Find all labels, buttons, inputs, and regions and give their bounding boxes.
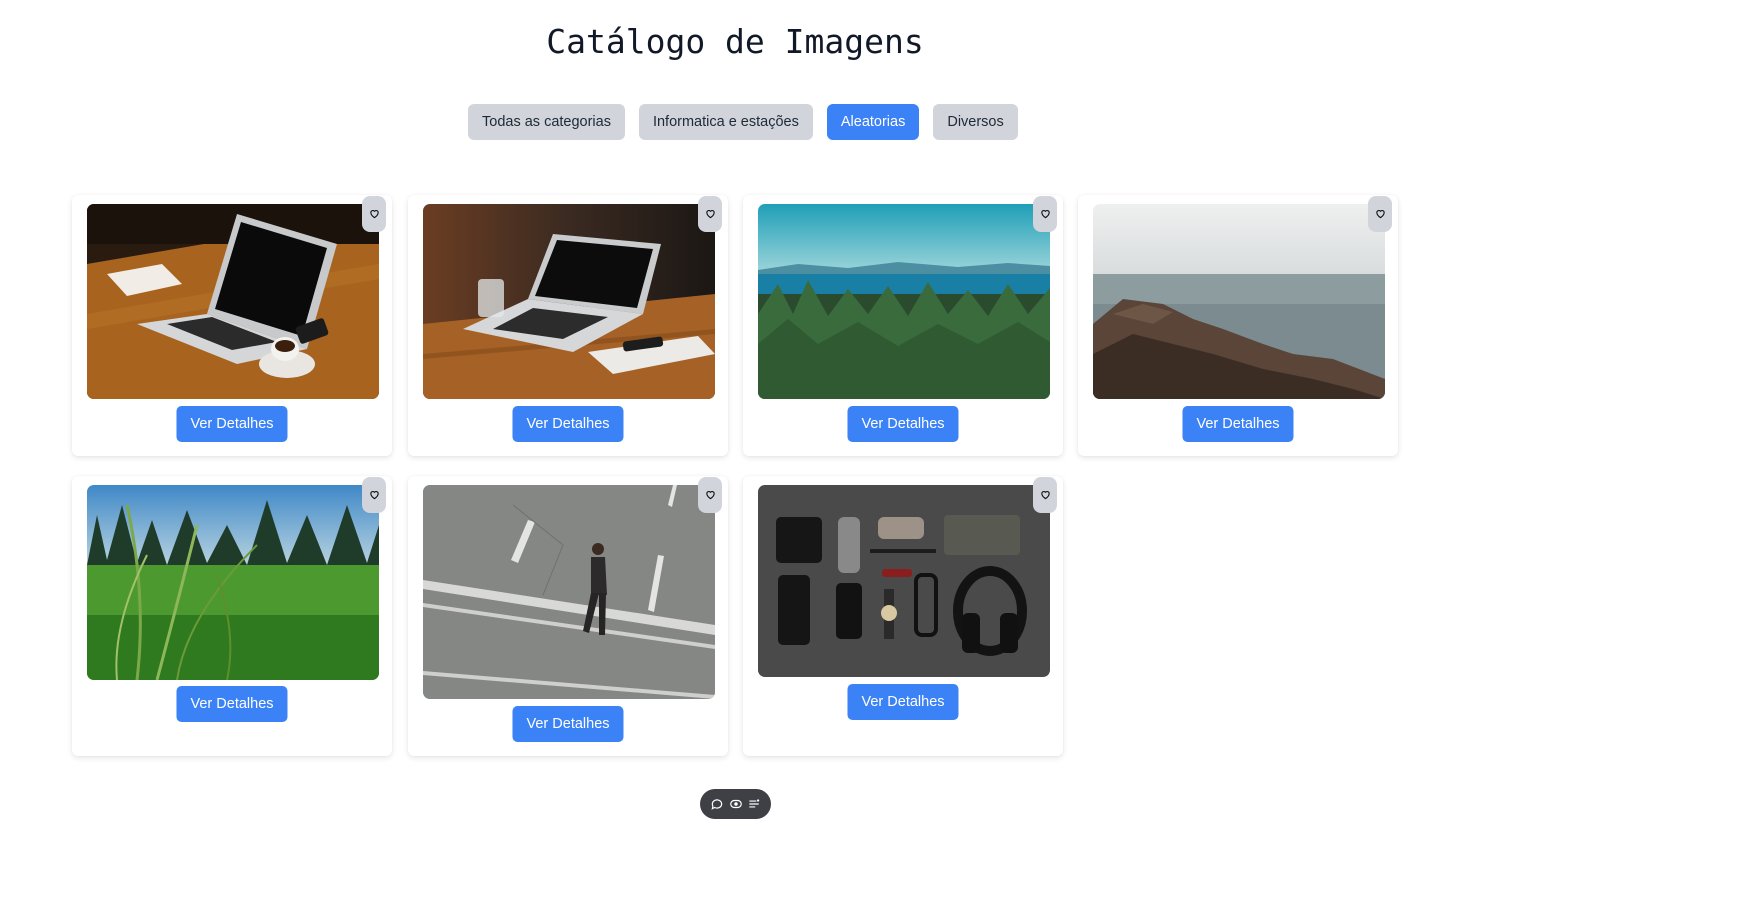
favorite-button[interactable]	[1033, 477, 1057, 513]
favorite-button[interactable]	[362, 477, 386, 513]
heart-icon	[369, 490, 379, 500]
favorite-button[interactable]	[698, 477, 722, 513]
details-button[interactable]: Ver Detalhes	[512, 406, 624, 442]
filter-all-categories[interactable]: Todas as categorias	[468, 104, 625, 140]
image-card: Ver Detalhes	[1078, 195, 1398, 456]
image-card: Ver Detalhes	[408, 195, 728, 456]
favorite-button[interactable]	[1033, 196, 1057, 232]
rocky-coast-sea-photo	[1093, 204, 1385, 399]
details-button[interactable]: Ver Detalhes	[176, 686, 288, 722]
heart-icon	[1040, 490, 1050, 500]
laptop-coffee-desk-photo	[87, 204, 379, 399]
flatlay-accessories-photo	[758, 485, 1050, 677]
favorite-button[interactable]	[1368, 196, 1392, 232]
image-card: Ver Detalhes	[743, 195, 1063, 456]
details-button[interactable]: Ver Detalhes	[847, 406, 959, 442]
favorite-button[interactable]	[698, 196, 722, 232]
filter-diversos[interactable]: Diversos	[933, 104, 1018, 140]
grass-field-forest-photo	[87, 485, 379, 680]
heart-icon	[1375, 209, 1385, 219]
laptop-wooden-table-photo	[423, 204, 715, 399]
details-button[interactable]: Ver Detalhes	[1182, 406, 1294, 442]
image-card: Ver Detalhes	[72, 476, 392, 756]
forest-lake-mountains-photo	[758, 204, 1050, 399]
image-card: Ver Detalhes	[743, 476, 1063, 756]
filter-aleatorias[interactable]: Aleatorias	[826, 104, 920, 140]
category-filters: Todas as categorias Informatica e estaçõ…	[468, 104, 1018, 140]
list-settings-icon[interactable]	[747, 797, 761, 811]
page-title: Catálogo de Imagens	[546, 22, 924, 61]
details-button[interactable]: Ver Detalhes	[512, 706, 624, 742]
eye-icon[interactable]	[729, 797, 743, 811]
man-walking-road-photo	[423, 485, 715, 699]
floating-toolbar	[700, 789, 771, 819]
image-card: Ver Detalhes	[408, 476, 728, 756]
heart-icon	[705, 490, 715, 500]
comment-icon[interactable]	[710, 797, 724, 811]
heart-icon	[1040, 209, 1050, 219]
heart-icon	[369, 209, 379, 219]
filter-informatica-estacoes[interactable]: Informatica e estações	[638, 104, 813, 140]
image-card: Ver Detalhes	[72, 195, 392, 456]
heart-icon	[705, 209, 715, 219]
details-button[interactable]: Ver Detalhes	[176, 406, 288, 442]
details-button[interactable]: Ver Detalhes	[847, 684, 959, 720]
favorite-button[interactable]	[362, 196, 386, 232]
